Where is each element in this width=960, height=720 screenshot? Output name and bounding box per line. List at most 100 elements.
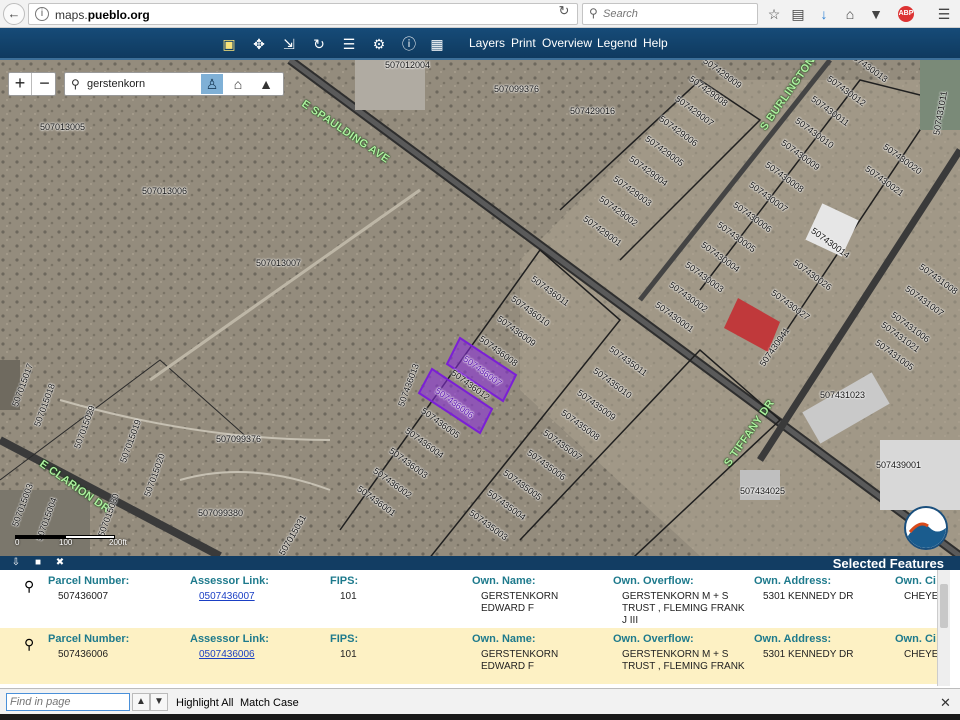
search-icon: ⚲ [71, 77, 80, 91]
results-scrollbar[interactable] [937, 570, 950, 686]
identify-icon[interactable]: ⇲ [280, 35, 298, 53]
pocket-icon[interactable]: ▼ [866, 4, 886, 24]
pan-icon[interactable]: ✥ [250, 35, 268, 53]
scale-bar: 0 100 200ft [15, 529, 135, 549]
export-icon[interactable]: ⇩ [10, 557, 22, 569]
browser-search-input[interactable] [603, 6, 753, 22]
map-view[interactable]: E SPAULDING AVE S BURLINGTON S TIFFANY D… [0, 60, 960, 556]
owner-name: GERSTENKORN EDWARD F [481, 591, 559, 614]
parcel-label: 507434025 [740, 486, 786, 496]
map-search-input[interactable] [87, 76, 197, 92]
scale-label: 0 [15, 538, 20, 547]
assessor-link[interactable]: 0507436007 [199, 591, 255, 603]
menu-overview[interactable]: Overview [542, 36, 592, 50]
assessor-link[interactable]: 0507436006 [199, 649, 255, 661]
person-icon[interactable]: ♙ [201, 74, 223, 94]
refresh-icon[interactable]: ↻ [310, 35, 328, 53]
road-icon[interactable]: ▲ [255, 74, 277, 94]
header-city: Own. Ci [895, 575, 936, 587]
scale-label: 100 [59, 538, 73, 547]
header-assessor: Assessor Link: [190, 633, 269, 645]
result-row: ⚲ Parcel Number: 507436007 Assessor Link… [0, 570, 950, 626]
parcel-label: 507013007 [256, 258, 302, 268]
header-assessor: Assessor Link: [190, 575, 269, 587]
panel-title: Selected Features [832, 556, 944, 571]
browser-search-box[interactable]: ⚲ [582, 3, 758, 25]
zoom-to-feature-icon[interactable]: ⚲ [24, 578, 34, 595]
adblock-icon[interactable]: ABP [898, 6, 914, 22]
map-search-box: ⚲ ♙ ⌂ ▲ [64, 72, 284, 96]
measure-icon[interactable]: ☰ [340, 35, 358, 53]
taskbar [0, 714, 960, 720]
owner-address: 5301 KENNEDY DR [763, 591, 854, 602]
parcel-label: 507439001 [876, 460, 922, 470]
browser-toolbar: ← i maps.pueblo.org ↻ ⚲ ☆ ▤ ↓ ⌂ ▼ ABP ☰ [0, 0, 960, 28]
header-owner: Own. Name: [472, 633, 536, 645]
find-next-button[interactable]: ▼ [150, 693, 168, 711]
menu-print[interactable]: Print [511, 36, 536, 50]
close-icon[interactable]: ✕ [940, 695, 951, 711]
owner-overflow: GERSTENKORN M + S TRUST , FLEMING FRANK … [622, 591, 745, 626]
header-overflow: Own. Overflow: [613, 633, 694, 645]
back-button[interactable]: ← [3, 3, 25, 25]
parcel-number: 507436006 [58, 649, 109, 660]
results-list: ⚲ Parcel Number: 507436007 Assessor Link… [0, 570, 950, 686]
parcel-label: 507099380 [198, 508, 244, 518]
parcel-label: 507431023 [820, 390, 866, 400]
find-input[interactable] [6, 693, 130, 711]
reload-icon[interactable]: ↻ [552, 3, 576, 19]
header-owner: Own. Name: [472, 575, 536, 587]
header-fips: FIPS: [330, 633, 359, 645]
table-icon[interactable]: ▦ [428, 35, 446, 53]
parcel-label: 507012004 [385, 60, 431, 70]
info-icon[interactable]: i [35, 7, 49, 21]
owner-name: GERSTENKORN EDWARD F [481, 649, 559, 672]
download-icon[interactable]: ↓ [814, 4, 834, 24]
clear-icon[interactable]: ✖ [54, 557, 66, 569]
header-fips: FIPS: [330, 575, 359, 587]
find-previous-button[interactable]: ▲ [132, 693, 150, 711]
header-parcel: Parcel Number: [48, 575, 130, 587]
parcel-label: 507013006 [142, 186, 188, 196]
url-bar[interactable]: i maps.pueblo.org [28, 3, 578, 25]
menu-help[interactable]: Help [643, 36, 668, 50]
owner-city: CHEYE [904, 649, 939, 660]
fips-value: 101 [340, 649, 357, 660]
menu-layers[interactable]: Layers [469, 36, 505, 50]
match-case-toggle[interactable]: Match Case [240, 697, 299, 709]
tools-icon[interactable]: ⚙ [370, 35, 388, 53]
result-row: ⚲ Parcel Number: 507436006 Assessor Link… [0, 628, 950, 684]
app-toolbar: ▣ ✥ ⇲ ↻ ☰ ⚙ ⓘ ▦ Layers Print Overview Le… [0, 28, 960, 60]
parcel-label: 507013005 [40, 122, 86, 132]
owner-overflow: GERSTENKORN M + S TRUST , FLEMING FRANK [622, 649, 745, 672]
info-circle-icon[interactable]: ⓘ [400, 35, 418, 53]
fips-value: 101 [340, 591, 357, 602]
lock-icon[interactable]: ■ [32, 557, 44, 569]
select-tool-icon[interactable]: ▣ [220, 35, 238, 53]
header-address: Own. Address: [754, 633, 832, 645]
owner-address: 5301 KENNEDY DR [763, 649, 854, 660]
menu-icon[interactable]: ☰ [934, 4, 954, 24]
owner-city: CHEYE [904, 591, 939, 602]
selected-features-header: ⇩ ■ ✖ Selected Features [0, 556, 960, 571]
bookmark-star-icon[interactable]: ☆ [764, 4, 784, 24]
home-icon[interactable]: ⌂ [840, 4, 860, 24]
parcel-number: 507436007 [58, 591, 109, 602]
scale-label: 200ft [109, 538, 127, 547]
menu-legend[interactable]: Legend [597, 36, 637, 50]
parcel-label: 507099376 [494, 84, 540, 94]
zoom-out-button[interactable]: − [33, 73, 56, 95]
highlight-all-toggle[interactable]: Highlight All [176, 697, 233, 709]
parcel-label: 507099376 [216, 434, 262, 444]
header-parcel: Parcel Number: [48, 633, 130, 645]
url-text: maps.pueblo.org [55, 8, 150, 22]
zoom-control: + − [8, 72, 56, 96]
scrollbar-thumb[interactable] [940, 584, 948, 628]
parcel-label: 507429016 [570, 106, 616, 116]
header-city: Own. Ci [895, 633, 936, 645]
find-bar: ▲ ▼ Highlight All Match Case ✕ [0, 688, 960, 714]
house-icon[interactable]: ⌂ [227, 74, 249, 94]
zoom-in-button[interactable]: + [9, 73, 32, 95]
zoom-to-feature-icon[interactable]: ⚲ [24, 636, 34, 653]
reading-list-icon[interactable]: ▤ [788, 4, 808, 24]
